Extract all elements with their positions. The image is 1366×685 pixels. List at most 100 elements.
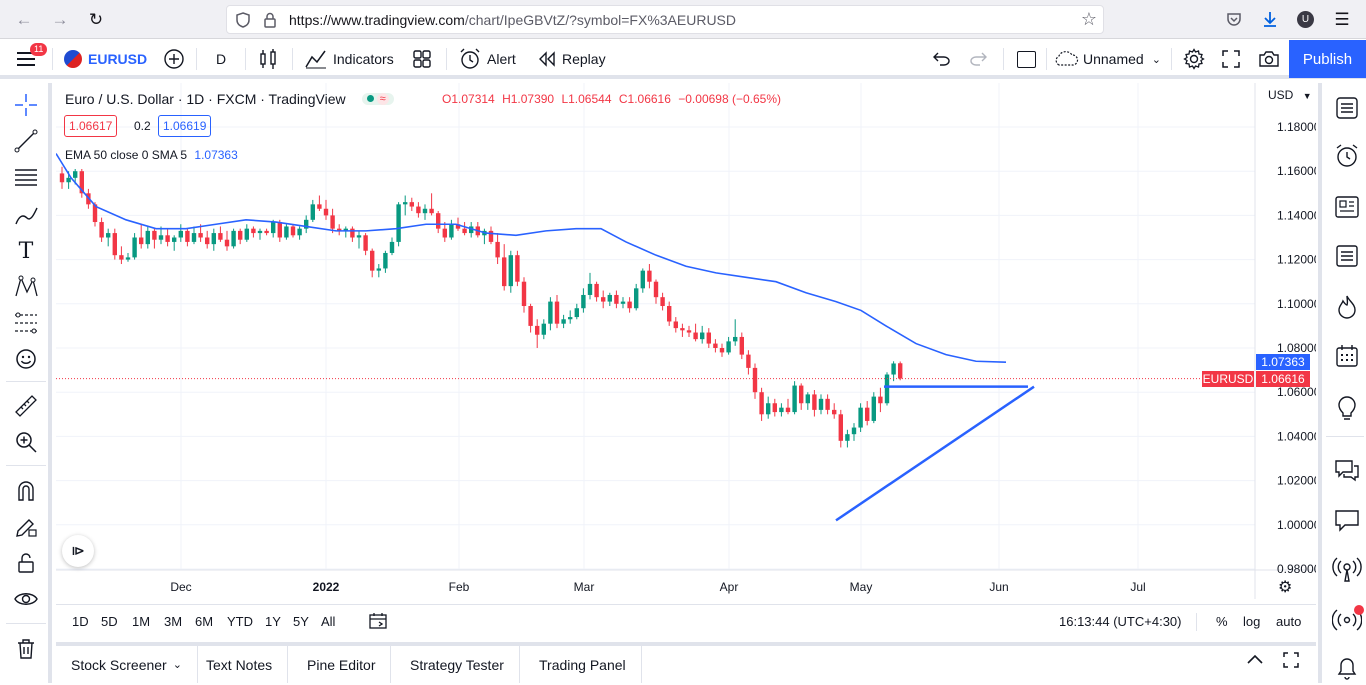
log-scale-toggle[interactable]: log bbox=[1243, 614, 1260, 629]
hotlists-button[interactable] bbox=[1330, 290, 1364, 324]
brush-tool[interactable] bbox=[10, 200, 42, 230]
candle bbox=[898, 361, 903, 381]
maximize-panel-icon[interactable] bbox=[1283, 652, 1299, 673]
multi-chart-layout-button[interactable] bbox=[1017, 40, 1036, 78]
lock-drawings-tool[interactable] bbox=[10, 548, 42, 578]
collapse-panel-icon[interactable] bbox=[1246, 652, 1264, 671]
price-tick-label: 1.00000 bbox=[1277, 518, 1316, 532]
calendar-button[interactable] bbox=[1330, 339, 1364, 373]
projection-icon bbox=[15, 312, 37, 334]
reload-icon[interactable]: ↻ bbox=[84, 8, 108, 32]
market-status-pill: ≈ bbox=[361, 93, 394, 105]
notifications-button[interactable] bbox=[1330, 651, 1364, 685]
range-button-1d[interactable]: 1D bbox=[72, 614, 89, 629]
tab-stock-screener[interactable]: Stock Screener ⌄ bbox=[56, 646, 198, 683]
back-icon[interactable]: ← bbox=[12, 8, 36, 32]
auto-scale-toggle[interactable]: auto bbox=[1276, 614, 1301, 629]
bookmark-star-icon[interactable]: ☆ bbox=[1081, 9, 1097, 30]
percent-scale-toggle[interactable]: % bbox=[1216, 614, 1228, 629]
magnet-tool[interactable] bbox=[10, 476, 42, 506]
price-chart[interactable]: 1.18000 1.16000 1.14000 1.12000 1.10000 1.080… bbox=[56, 83, 1316, 599]
candle bbox=[700, 325, 705, 344]
fullscreen-button[interactable] bbox=[1222, 40, 1240, 78]
app-menu-icon[interactable]: ☰ bbox=[1330, 8, 1354, 32]
measure-tool[interactable] bbox=[10, 391, 42, 421]
live-audio-button[interactable] bbox=[1330, 603, 1364, 637]
undo-icon bbox=[933, 52, 950, 66]
profile-avatar[interactable]: U bbox=[1297, 11, 1314, 28]
stay-in-drawing-mode-tool[interactable] bbox=[10, 512, 42, 542]
range-button-1m[interactable]: 1M bbox=[132, 614, 150, 629]
chart-type-button[interactable] bbox=[258, 40, 278, 78]
tab-pine-editor[interactable]: Pine Editor bbox=[292, 646, 392, 683]
range-button-5d[interactable]: 5D bbox=[101, 614, 118, 629]
replay-button[interactable]: Replay bbox=[538, 40, 606, 78]
pocket-icon[interactable] bbox=[1226, 11, 1242, 27]
prediction-tool[interactable] bbox=[10, 308, 42, 338]
ideas-button[interactable] bbox=[1330, 391, 1364, 425]
trend-line-tool[interactable] bbox=[10, 126, 42, 156]
candle bbox=[845, 429, 850, 448]
public-chat-button[interactable] bbox=[1330, 503, 1364, 537]
zoom-in-icon bbox=[16, 432, 37, 453]
range-button-all[interactable]: All bbox=[321, 614, 335, 629]
sell-price-button[interactable]: 1.06617 bbox=[64, 115, 118, 137]
data-window-button[interactable] bbox=[1330, 239, 1364, 273]
hide-drawings-tool[interactable] bbox=[10, 584, 42, 614]
fib-tool[interactable] bbox=[10, 163, 42, 193]
url-bar[interactable]: https://www.tradingview.com/chart/IpeGBV… bbox=[226, 5, 1104, 34]
candle bbox=[323, 199, 329, 220]
indicators-button[interactable]: Indicators bbox=[305, 40, 394, 78]
candle bbox=[858, 403, 863, 432]
range-button-5y[interactable]: 5Y bbox=[293, 614, 309, 629]
compare-button[interactable] bbox=[163, 40, 185, 78]
crosshair-tool[interactable] bbox=[10, 90, 42, 120]
watchlist-icon bbox=[1336, 97, 1358, 119]
pattern-tool[interactable] bbox=[10, 272, 42, 302]
remove-drawings-tool[interactable] bbox=[10, 634, 42, 664]
publish-button[interactable]: Publish bbox=[1289, 40, 1366, 78]
clock-timezone[interactable]: 16:13:44 (UTC+4:30) bbox=[1059, 614, 1181, 629]
interval-button[interactable]: D bbox=[216, 40, 226, 78]
alerts-panel-button[interactable] bbox=[1330, 139, 1364, 173]
watchlist-button[interactable] bbox=[1330, 91, 1364, 125]
symbol-search-button[interactable]: EURUSD bbox=[64, 40, 147, 78]
main-menu-button[interactable]: 11 bbox=[16, 40, 48, 78]
range-button-ytd[interactable]: YTD bbox=[227, 614, 253, 629]
settings-button[interactable] bbox=[1183, 40, 1205, 78]
zoom-tool[interactable] bbox=[10, 427, 42, 457]
chats-button[interactable] bbox=[1330, 453, 1364, 487]
streams-button[interactable] bbox=[1330, 553, 1364, 587]
tab-trading-panel[interactable]: Trading Panel bbox=[524, 646, 642, 683]
icons-tool[interactable] bbox=[10, 344, 42, 374]
text-tool[interactable]: T bbox=[10, 236, 42, 266]
trendline-drawing[interactable] bbox=[835, 385, 1035, 522]
snapshot-button[interactable] bbox=[1258, 40, 1280, 78]
date-range-picker-icon[interactable] bbox=[369, 612, 387, 635]
undo-button[interactable] bbox=[932, 40, 950, 78]
forward-icon[interactable]: → bbox=[48, 8, 72, 32]
gear-icon bbox=[1183, 48, 1205, 70]
range-button-6m[interactable]: 6M bbox=[195, 614, 213, 629]
range-button-1y[interactable]: 1Y bbox=[265, 614, 281, 629]
range-button-3m[interactable]: 3M bbox=[164, 614, 182, 629]
chart-pane[interactable]: 1.18000 1.16000 1.14000 1.12000 1.10000 1.080… bbox=[56, 83, 1316, 599]
candle bbox=[363, 233, 368, 256]
green-dot-icon bbox=[366, 95, 374, 102]
symbol-label: EURUSD bbox=[88, 51, 148, 67]
news-button[interactable] bbox=[1330, 190, 1364, 224]
buy-price-button[interactable]: 1.06619 bbox=[158, 115, 212, 137]
layout-name-label: Unnamed bbox=[1083, 51, 1144, 67]
time-axis-settings-icon[interactable]: ⚙ bbox=[1278, 577, 1292, 597]
alert-button[interactable]: Alert bbox=[459, 40, 516, 78]
tab-text-notes[interactable]: Text Notes bbox=[191, 646, 289, 683]
redo-button[interactable] bbox=[970, 40, 988, 78]
tradingview-logo[interactable]: ⧐ bbox=[62, 535, 94, 567]
download-icon[interactable] bbox=[1261, 10, 1279, 28]
layout-templates-button[interactable] bbox=[413, 40, 431, 78]
candle bbox=[343, 226, 348, 238]
tab-strategy-tester[interactable]: Strategy Tester bbox=[395, 646, 520, 683]
indicators-label: Indicators bbox=[333, 51, 394, 67]
layout-name-button[interactable]: Unnamed ⌄ bbox=[1053, 40, 1161, 78]
currency-label[interactable]: USD ▼ bbox=[1268, 88, 1312, 102]
